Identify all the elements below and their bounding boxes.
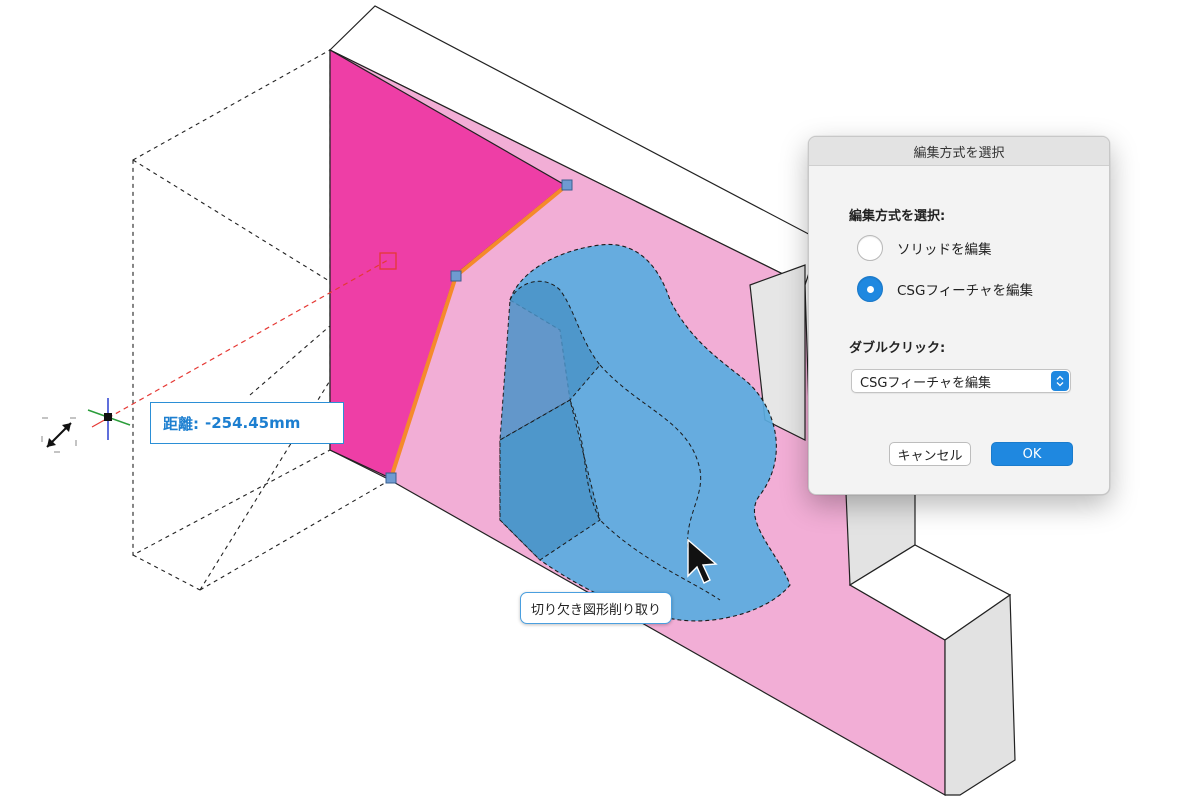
dialog-title: 編集方式を選択 — [809, 137, 1109, 166]
radio-button-solid[interactable] — [857, 235, 883, 261]
operation-tooltip: 切り欠き図形削り取り — [520, 592, 673, 624]
radio-label-csg: CSGフィーチャを編集 — [897, 283, 1034, 299]
diagonal-resize-icon[interactable] — [41, 417, 77, 453]
edge-vertex-handle[interactable] — [385, 472, 397, 484]
radio-button-csg[interactable] — [857, 276, 883, 302]
edit-mode-dialog: 編集方式を選択 編集方式を選択: ソリッドを編集 CSGフィーチャを編集 ダブル… — [808, 136, 1110, 495]
distance-value: -254.45mm — [205, 414, 301, 432]
radio-edit-solid[interactable]: ソリッドを編集 — [857, 235, 992, 261]
edge-vertex-handle[interactable] — [561, 179, 573, 191]
ok-button[interactable]: OK — [991, 442, 1073, 466]
radio-edit-csg[interactable]: CSGフィーチャを編集 — [857, 276, 1033, 302]
double-click-label: ダブルクリック: — [849, 341, 946, 356]
distance-prefix: 距離: — [163, 414, 199, 433]
chevron-updown-icon[interactable] — [1051, 371, 1069, 391]
edge-vertex-handle[interactable] — [450, 270, 462, 282]
radio-label-solid: ソリッドを編集 — [897, 242, 992, 258]
double-click-select[interactable]: CSGフィーチャを編集 — [851, 369, 1071, 393]
edit-mode-section-label: 編集方式を選択: — [849, 209, 946, 224]
distance-dimension-label[interactable]: 距離: -254.45mm — [150, 402, 344, 444]
axis-gizmo[interactable] — [87, 398, 131, 440]
cancel-button[interactable]: キャンセル — [889, 442, 971, 466]
double-click-select-value: CSGフィーチャを編集 — [860, 375, 992, 391]
